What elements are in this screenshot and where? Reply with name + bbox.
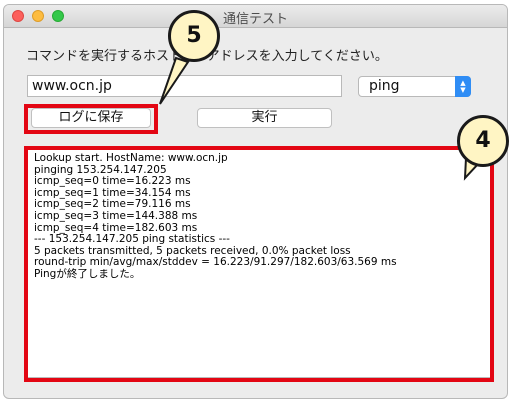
callout-5-badge: 5 xyxy=(168,10,220,62)
callout-5-pointer xyxy=(159,56,190,105)
callout-pointers xyxy=(159,56,480,181)
callout-4-badge: 4 xyxy=(457,115,509,167)
